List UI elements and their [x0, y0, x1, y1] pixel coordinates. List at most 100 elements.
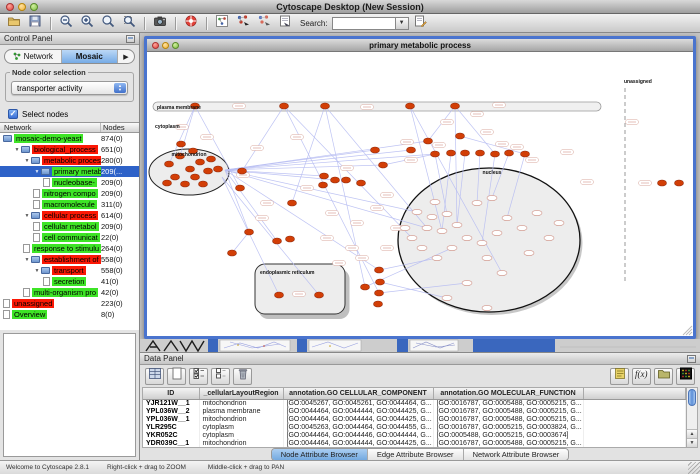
scrollbar-thumb[interactable]	[688, 389, 696, 406]
node-color-dropdown[interactable]: transporter activity ▲▼	[11, 81, 128, 95]
network-node[interactable]	[315, 292, 324, 298]
hide-graphics-details-button[interactable]	[254, 15, 274, 32]
table-row[interactable]: YDR039C__1mitochondrion[GO:0044464, GO:0…	[143, 439, 686, 447]
network-node[interactable]	[280, 103, 289, 109]
network-node[interactable]	[191, 174, 200, 180]
network-node[interactable]	[451, 103, 460, 109]
table-row[interactable]: YKR052Ccytoplasm[GO:0044464, GO:0044446,…	[143, 431, 686, 439]
network-node[interactable]	[376, 279, 385, 285]
tree-row[interactable]: secretion41(0)	[0, 276, 139, 287]
network-node[interactable]	[236, 185, 245, 191]
network-node[interactable]	[228, 250, 237, 256]
network-window-titlebar[interactable]: primary metabolic process	[147, 39, 693, 52]
network-node[interactable]	[375, 267, 384, 273]
network-node[interactable]	[288, 200, 297, 206]
network-node[interactable]	[275, 292, 284, 298]
network-node[interactable]	[286, 236, 295, 242]
snapshot-button[interactable]	[150, 15, 170, 32]
network-node[interactable]	[319, 182, 328, 188]
network-node[interactable]	[505, 150, 514, 156]
network-node[interactable]	[476, 150, 485, 156]
tree-row[interactable]: ▼biological_process651(0)	[0, 144, 139, 155]
annotation-button[interactable]	[275, 15, 295, 32]
browser-tab[interactable]: Edge Attribute Browser	[368, 449, 464, 460]
expander-icon[interactable]: ▼	[13, 147, 21, 153]
network-node[interactable]	[374, 301, 383, 307]
save-session-button[interactable]	[25, 15, 45, 32]
tab-mosaic[interactable]: Mosaic	[62, 50, 119, 63]
network-node[interactable]	[431, 151, 440, 157]
tree-row[interactable]: ▼establishment of lo558(0)	[0, 254, 139, 265]
attribute-editor-button[interactable]	[610, 368, 629, 385]
expander-icon[interactable]: ▼	[23, 257, 31, 263]
tree-row[interactable]: nucleobase-209(0)	[0, 177, 139, 188]
zoom-window-button[interactable]	[30, 3, 38, 11]
select-nodes-checkbox[interactable]: ✓	[8, 109, 18, 119]
canvas-resize-grip[interactable]	[683, 326, 692, 335]
network-node[interactable]	[658, 180, 667, 186]
network-node[interactable]	[447, 150, 456, 156]
scroll-down-button[interactable]: ▼	[687, 438, 697, 447]
enhanced-search-button[interactable]	[410, 15, 430, 32]
table-row[interactable]: YPL036W__2plasma membrane[GO:0044464, GO…	[143, 407, 686, 415]
tree-column-network[interactable]: Network	[0, 123, 101, 132]
network-node[interactable]	[424, 138, 433, 144]
expander-icon[interactable]: ▼	[33, 268, 41, 274]
tree-row[interactable]: ▼cellular process614(0)	[0, 210, 139, 221]
matrix-view-button[interactable]	[676, 368, 695, 385]
network-node[interactable]	[196, 159, 205, 165]
search-input[interactable]	[332, 17, 396, 30]
network-node[interactable]	[181, 181, 190, 187]
float-data-panel-icon[interactable]	[687, 355, 696, 363]
table-column-header[interactable]: annotation.GO MOLECULAR_FUNCTION	[433, 388, 583, 399]
table-column-header[interactable]: _cellularLayoutRegion	[199, 388, 283, 399]
tree-row[interactable]: macromolecule311(0)	[0, 199, 139, 210]
zoom-out-button[interactable]	[56, 15, 76, 32]
network-view-window[interactable]: primary metabolic process	[144, 36, 696, 339]
window-resize-grip[interactable]	[688, 462, 700, 474]
network-node[interactable]	[407, 147, 416, 153]
network-node[interactable]	[406, 103, 415, 109]
tree-row[interactable]: unassigned223(0)	[0, 298, 139, 309]
tab-overflow-button[interactable]: ▶	[118, 50, 134, 63]
unselect-attributes-button[interactable]	[211, 368, 230, 385]
network-node[interactable]	[342, 177, 351, 183]
table-column-header[interactable]: annotation.GO CELLULAR_COMPONENT	[283, 388, 433, 399]
network-node[interactable]	[379, 162, 388, 168]
table-row[interactable]: YPL036W__1mitochondrion[GO:0044464, GO:0…	[143, 415, 686, 423]
tree-row[interactable]: cellular metabol209(0)	[0, 221, 139, 232]
close-window-button[interactable]	[6, 3, 14, 11]
tree-row[interactable]: nitrogen compo209(0)	[0, 188, 139, 199]
tree-row[interactable]: ▼metabolic process280(0)	[0, 155, 139, 166]
zoom-selected-button[interactable]	[98, 15, 118, 32]
tree-row[interactable]: ▼transport558(0)	[0, 265, 139, 276]
minimize-network-window-button[interactable]	[162, 42, 169, 49]
expander-icon[interactable]: ▼	[23, 213, 31, 219]
network-node[interactable]	[214, 166, 223, 172]
tree-row[interactable]: multi-organism pro42(0)	[0, 287, 139, 298]
browser-tab[interactable]: Network Attribute Browser	[464, 449, 569, 460]
tree-row[interactable]: ▼primary metabo209(...	[0, 166, 139, 177]
table-row[interactable]: YLR295Ccytoplasm[GO:0045263, GO:0044464,…	[143, 423, 686, 431]
network-node[interactable]	[521, 151, 530, 157]
table-properties-button[interactable]	[145, 368, 164, 385]
network-node[interactable]	[207, 156, 216, 162]
network-node[interactable]	[245, 229, 254, 235]
help-button[interactable]	[181, 15, 201, 32]
network-node[interactable]	[361, 284, 370, 290]
tree-column-nodes[interactable]: Nodes	[101, 123, 139, 132]
network-node[interactable]	[321, 103, 330, 109]
birds-eye-view[interactable]	[3, 333, 136, 457]
network-node[interactable]	[456, 133, 465, 139]
search-dropdown-button[interactable]: ▼	[396, 17, 409, 30]
expander-icon[interactable]: ▼	[23, 158, 31, 164]
network-node[interactable]	[177, 141, 186, 147]
table-column-header[interactable]: ID	[143, 388, 199, 399]
zoom-network-window-button[interactable]	[172, 42, 179, 49]
import-attributes-button[interactable]	[654, 368, 673, 385]
browser-tab[interactable]: Node Attribute Browser	[272, 449, 368, 460]
table-vertical-scrollbar[interactable]: ▲ ▼	[686, 388, 697, 447]
select-attributes-button[interactable]	[189, 368, 208, 385]
network-node[interactable]	[165, 161, 174, 167]
tree-row[interactable]: mosaic-demo-yeast874(0)	[0, 133, 139, 144]
